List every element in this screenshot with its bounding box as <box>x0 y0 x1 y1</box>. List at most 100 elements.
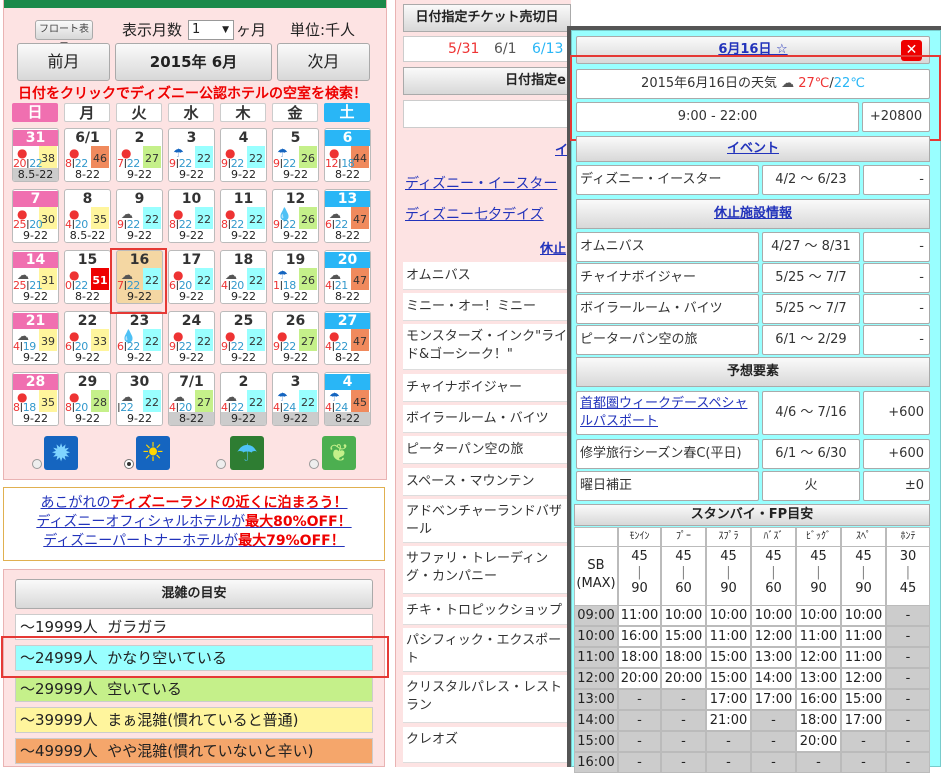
promo-line-1[interactable]: あこがれのディズニーランドの近くに泊まろう！ <box>4 494 384 513</box>
calendar-day[interactable]: 21 ☁ 39 4|19 9-22 <box>12 311 59 365</box>
time-label: 16:00 <box>574 752 618 773</box>
promo-line-3[interactable]: ディズニーパートナーホテルが最大79%OFF！ <box>4 532 384 551</box>
calendar-day[interactable]: 3 ☂ 22 9|22 9-22 <box>168 128 215 182</box>
sb-range: 45 | 60 <box>661 546 706 606</box>
event-link-easter[interactable]: ディズニー・イースター <box>405 173 557 193</box>
time-label: 14:00 <box>574 710 618 731</box>
calendar-day[interactable]: 26 ● 27 9|22 9-22 <box>272 311 319 365</box>
calendar-day[interactable]: 17 ● 22 6|20 9-22 <box>168 250 215 304</box>
calendar-day[interactable]: 19 ☂ 26 1|18 9-22 <box>272 250 319 304</box>
park-hours: 8-22 <box>325 290 370 303</box>
calendar-day[interactable]: 4 ● 22 9|22 9-22 <box>220 128 267 182</box>
months-label: 表示月数 <box>122 21 183 39</box>
calendar-day[interactable]: 15 ● 51 0|22 8-22 <box>64 250 111 304</box>
calendar-day[interactable]: 2 ☁ 22 4|22 9-22 <box>220 372 267 426</box>
fp-time-cell: - <box>886 752 930 773</box>
fp-time-cell: - <box>886 689 930 710</box>
park-hours: 9-22 <box>117 412 162 425</box>
umbrella-icon[interactable]: ☂ <box>230 436 264 470</box>
factors-name[interactable]: 首都圏ウィークデースペシャルパスポート <box>576 391 759 435</box>
radio-3[interactable] <box>216 459 226 469</box>
sun-ring-icon[interactable]: ✹ <box>44 436 78 470</box>
calendar-day[interactable]: 23 💧 22 6|22 9-22 <box>116 311 163 365</box>
park-hours: 9-22 <box>65 351 110 364</box>
closed-facility-row: クレオズ <box>403 727 571 763</box>
float-display-button[interactable]: フロート表示 <box>35 20 93 53</box>
leaf-icon[interactable]: ❦ <box>322 436 356 470</box>
calendar-day[interactable]: 5 ☂ 26 9|22 9-22 <box>272 128 319 182</box>
promo-box: あこがれのディズニーランドの近くに泊まろう！ ディズニーオフィシャルホテルが最大… <box>3 487 385 561</box>
calendar-day[interactable]: 28 ● 35 8|18 9-22 <box>12 372 59 426</box>
fp-time-cell: 18:00 <box>618 647 661 668</box>
sb-label: SB (MAX) <box>574 546 618 606</box>
radio-4[interactable] <box>309 459 319 469</box>
calendar-day[interactable]: 18 ☁ 22 4|20 9-22 <box>220 250 267 304</box>
calendar-day[interactable]: 29 ● 28 8|20 9-22 <box>64 372 111 426</box>
fp-time-cell: 18:00 <box>661 647 706 668</box>
fp-time-cell: - <box>841 731 886 752</box>
attraction-header: ﾋﾞｯｸﾞ <box>796 527 841 547</box>
calendar-day[interactable]: 13 ☁ 47 6|22 8-22 <box>324 189 371 243</box>
calendar-day[interactable]: 31 ● 38 20|22 8.5-22 <box>12 128 59 182</box>
calendar-day[interactable]: 30 ☁ 22 |22 9-22 <box>116 372 163 426</box>
calendar-day[interactable]: 2 ● 27 7|22 9-22 <box>116 128 163 182</box>
park-hours: 8-22 <box>65 168 110 181</box>
events-period: 4/2 ～ 6/23 <box>762 165 860 195</box>
weekday-header: 水 <box>168 103 214 122</box>
calendar-day[interactable]: 11 ● 22 8|22 9-22 <box>220 189 267 243</box>
park-hours: 9-22 <box>221 229 266 242</box>
park-hours: 9-22 <box>13 229 58 242</box>
months-select[interactable]: 1 ▼ <box>188 20 234 40</box>
calendar-day[interactable]: 6 ● 44 12|18 8-22 <box>324 128 371 182</box>
calendar-day[interactable]: 27 ● 47 4|22 8-22 <box>324 311 371 365</box>
park-hours: 9-22 <box>169 351 214 364</box>
crowd-level: ～49999人 やや混雑(慣れていないと辛い) <box>15 738 373 764</box>
day-number: 5 <box>290 130 301 146</box>
closed-value: - <box>863 232 930 262</box>
radio-1[interactable] <box>32 459 42 469</box>
popup-event-title[interactable]: イベント <box>576 136 930 162</box>
day-number: 25 <box>233 313 254 329</box>
calendar-day[interactable]: 10 ● 22 8|22 9-22 <box>168 189 215 243</box>
day-number: 24 <box>181 313 202 329</box>
park-hours: 9-22 <box>13 412 58 425</box>
calendar-day[interactable]: 24 ● 22 9|22 9-22 <box>168 311 215 365</box>
calendar-day[interactable]: 25 ● 22 9|22 9-22 <box>220 311 267 365</box>
closed-facility-row: チキ・トロピックショップ <box>403 597 571 625</box>
time-label: 10:00 <box>574 626 618 647</box>
day-number: 6/1 <box>75 130 100 146</box>
calendar-day[interactable]: 9 ☁ 22 9|22 9-22 <box>116 189 163 243</box>
calendar-day[interactable]: 14 ☁ 31 25|21 9-22 <box>12 250 59 304</box>
calendar-day[interactable]: 20 ☁ 47 4|21 8-22 <box>324 250 371 304</box>
promo-line-2[interactable]: ディズニーオフィシャルホテルが最大80%OFF！ <box>4 513 384 532</box>
calendar-day[interactable]: 6/1 ● 46 8|22 8-22 <box>64 128 111 182</box>
calendar-day[interactable]: 8 ● 35 4|20 8.5-22 <box>64 189 111 243</box>
calendar-day[interactable]: 7/1 ☁ 27 4|20 8-22 <box>168 372 215 426</box>
closed-period: 6/1 ～ 2/29 <box>762 325 860 355</box>
day-number: 2 <box>134 130 145 146</box>
factors-value: +600 <box>863 391 930 435</box>
next-month-button[interactable]: 次月 <box>277 43 370 81</box>
closed-value: - <box>863 325 930 355</box>
closed-partial-link[interactable]: 休止 <box>540 238 566 257</box>
sun-icon[interactable]: ☀ <box>136 436 170 470</box>
park-hours: 9-22 <box>117 351 162 364</box>
fp-time-cell: 10:00 <box>796 605 841 626</box>
calendar-day[interactable]: 12 💧 26 9|22 9-22 <box>272 189 319 243</box>
radio-2[interactable] <box>124 459 134 469</box>
fp-time-cell: 11:00 <box>841 647 886 668</box>
calendar-day[interactable]: 22 ● 33 6|20 9-22 <box>64 311 111 365</box>
prev-month-button[interactable]: 前月 <box>17 43 110 81</box>
calendar-day[interactable]: 7 ● 30 25|20 9-22 <box>12 189 59 243</box>
fp-time-cell: - <box>886 647 930 668</box>
event-link-tanabata[interactable]: ディズニー七夕デイズ <box>405 204 544 224</box>
fp-time-cell: - <box>886 710 930 731</box>
popup-closed-title[interactable]: 休止施設情報 <box>576 199 930 229</box>
fp-time-cell: 16:00 <box>618 626 661 647</box>
park-hours: 9-22 <box>13 351 58 364</box>
events-value: - <box>863 165 930 195</box>
hotel-search-link[interactable]: 日付をクリックでディズニー公認ホテルの空室を検索！ <box>18 83 367 103</box>
calendar-day[interactable]: 4 ☂ 45 4|24 8-22 <box>324 372 371 426</box>
calendar-day[interactable]: 3 ☂ 22 4|24 9-22 <box>272 372 319 426</box>
day-number: 8 <box>82 191 93 207</box>
